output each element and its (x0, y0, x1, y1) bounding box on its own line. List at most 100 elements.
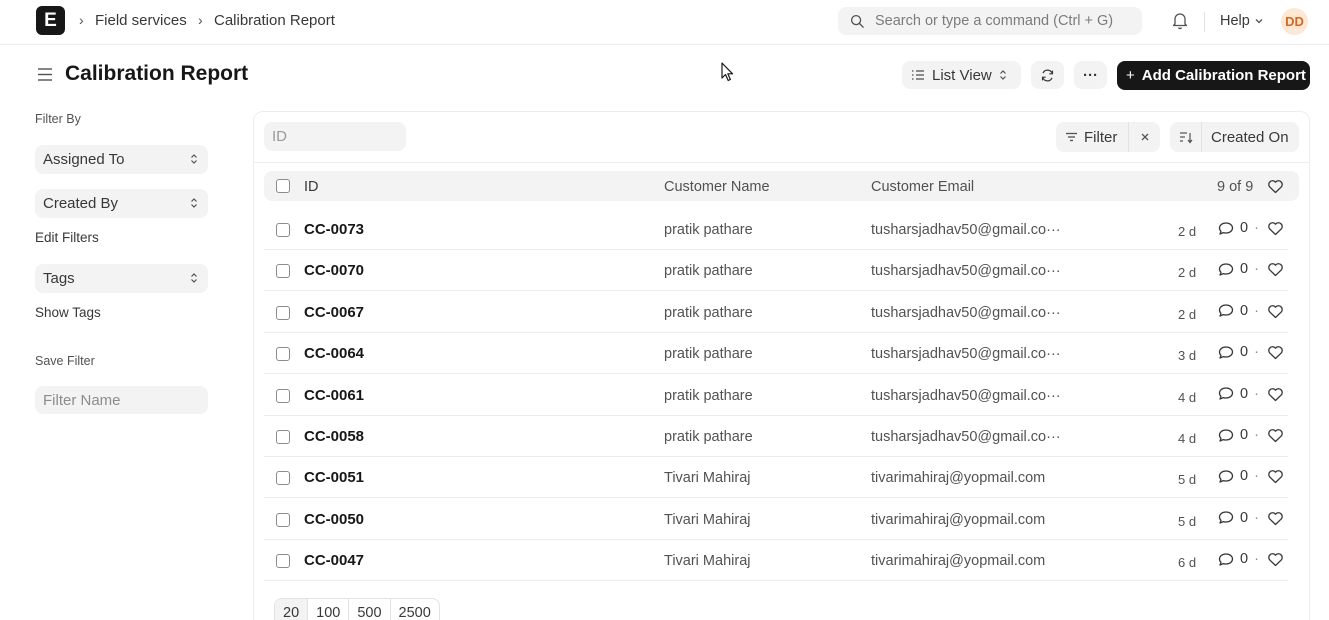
avatar[interactable]: DD (1281, 8, 1308, 35)
app-logo[interactable]: E (36, 6, 65, 35)
table-row[interactable]: CC-0050 Tivari Mahiraj tivarimahiraj@yopma… (264, 499, 1288, 540)
row-comments[interactable]: 0 · (1218, 261, 1259, 277)
heart-icon (1268, 387, 1283, 401)
row-customer-name: Tivari Mahiraj (664, 511, 751, 528)
table-row[interactable]: CC-0061 pratik pathare tusharsjadhav50@gma… (264, 375, 1288, 416)
select-caret-icon (191, 273, 197, 283)
search-icon (850, 14, 864, 28)
column-header-customer-email[interactable]: Customer Email (871, 179, 974, 195)
heart-icon[interactable] (1267, 179, 1284, 194)
table-row[interactable]: CC-0073 pratik pathare tusharsjadhav50@gma… (264, 209, 1288, 250)
filter-button[interactable]: Filter (1056, 122, 1128, 152)
created-by-select[interactable]: Created By (35, 189, 208, 218)
more-actions-button[interactable]: ··· (1074, 61, 1107, 89)
refresh-button[interactable] (1031, 61, 1064, 89)
row-comments[interactable]: 0 · (1218, 427, 1259, 443)
save-filter-label: Save Filter (35, 354, 95, 368)
row-id[interactable]: CC-0058 (304, 428, 364, 445)
sort-by-button[interactable]: Created On (1201, 122, 1299, 152)
row-id[interactable]: CC-0061 (304, 387, 364, 404)
separator-dot: · (1254, 261, 1259, 278)
row-checkbox[interactable] (276, 264, 290, 279)
row-comments[interactable]: 0 · (1218, 551, 1259, 567)
record-count: 9 of 9 (1217, 179, 1254, 195)
row-like-button[interactable] (1267, 221, 1284, 239)
row-like-button[interactable] (1267, 387, 1284, 405)
page-size-2500[interactable]: 2500 (389, 599, 439, 620)
column-header-customer-name[interactable]: Customer Name (664, 179, 770, 195)
row-customer-email: tusharsjadhav50@gmail.co··· (871, 263, 1061, 280)
row-checkbox[interactable] (276, 512, 290, 527)
list-view-select[interactable]: List View (902, 61, 1021, 89)
row-comments[interactable]: 0 · (1218, 386, 1259, 402)
separator-dot: · (1254, 344, 1259, 361)
row-like-button[interactable] (1267, 511, 1284, 529)
row-comments[interactable]: 0 · (1218, 303, 1259, 319)
sort-order-button[interactable] (1170, 122, 1201, 152)
add-calibration-report-button[interactable]: + Add Calibration Report (1117, 61, 1310, 90)
table-row[interactable]: CC-0047 Tivari Mahiraj tivarimahiraj@yopma… (264, 540, 1288, 582)
row-like-button[interactable] (1267, 428, 1284, 446)
row-like-button[interactable] (1267, 345, 1284, 363)
notification-bell-icon[interactable] (1171, 11, 1189, 30)
row-like-button[interactable] (1267, 262, 1284, 280)
row-checkbox[interactable] (276, 388, 290, 403)
select-all-checkbox[interactable] (276, 179, 290, 193)
row-id[interactable]: CC-0064 (304, 345, 364, 362)
plus-icon: + (1126, 67, 1135, 84)
row-comments[interactable]: 0 · (1218, 220, 1259, 236)
row-comments[interactable]: 0 · (1218, 510, 1259, 526)
show-tags-link[interactable]: Show Tags (35, 305, 101, 320)
row-checkbox[interactable] (276, 554, 290, 569)
table-row[interactable]: CC-0070 pratik pathare tusharsjadhav50@gma… (264, 250, 1288, 292)
help-dropdown[interactable]: Help (1220, 13, 1264, 29)
page-size-20[interactable]: 20 (275, 599, 308, 620)
table-row[interactable]: CC-0064 pratik pathare tusharsjadhav50@gma… (264, 333, 1288, 375)
comment-count: 0 (1240, 261, 1249, 278)
row-id[interactable]: CC-0073 (304, 221, 364, 238)
row-id[interactable]: CC-0067 (304, 304, 364, 321)
comment-icon (1218, 221, 1234, 235)
filter-name-input[interactable] (35, 386, 208, 414)
row-checkbox[interactable] (276, 347, 290, 362)
page-size-100[interactable]: 100 (307, 599, 348, 620)
row-id[interactable]: CC-0050 (304, 511, 364, 528)
row-id[interactable]: CC-0051 (304, 469, 364, 486)
search-bar[interactable] (838, 7, 1142, 35)
id-filter-input[interactable] (264, 122, 406, 151)
tags-select[interactable]: Tags (35, 264, 208, 293)
assigned-to-select[interactable]: Assigned To (35, 145, 208, 174)
row-id[interactable]: CC-0047 (304, 552, 364, 569)
filter-by-label: Filter By (35, 112, 81, 126)
column-header-id[interactable]: ID (304, 179, 319, 195)
row-like-button[interactable] (1267, 552, 1284, 570)
tags-label: Tags (43, 270, 75, 287)
table-row[interactable]: CC-0067 pratik pathare tusharsjadhav50@gma… (264, 292, 1288, 333)
search-input[interactable] (875, 13, 1135, 29)
table-row[interactable]: CC-0051 Tivari Mahiraj tivarimahiraj@yopma… (264, 457, 1288, 499)
breadcrumb-field-services[interactable]: Field services (95, 12, 187, 29)
filter-icon (1066, 132, 1077, 142)
row-id[interactable]: CC-0070 (304, 262, 364, 279)
clear-filter-button[interactable] (1128, 122, 1160, 152)
row-customer-name: Tivari Mahiraj (664, 470, 751, 487)
separator-dot: · (1254, 551, 1259, 568)
select-caret-icon (999, 70, 1006, 80)
separator-dot: · (1254, 302, 1259, 319)
row-checkbox[interactable] (276, 471, 290, 486)
sidebar-toggle-icon[interactable] (37, 66, 53, 82)
row-checkbox[interactable] (276, 305, 290, 320)
row-checkbox[interactable] (276, 430, 290, 444)
edit-filters-link[interactable]: Edit Filters (35, 230, 99, 245)
row-comments[interactable]: 0 · (1218, 344, 1259, 360)
row-checkbox[interactable] (276, 223, 290, 237)
row-like-button[interactable] (1267, 304, 1284, 322)
page-size-500[interactable]: 500 (348, 599, 389, 620)
row-comments[interactable]: 0 · (1218, 468, 1259, 484)
breadcrumb-calibration-report[interactable]: Calibration Report (214, 12, 335, 29)
row-like-button[interactable] (1267, 469, 1284, 487)
comment-count: 0 (1240, 220, 1249, 236)
comment-icon (1218, 511, 1234, 524)
row-customer-email: tusharsjadhav50@gmail.co··· (871, 222, 1061, 238)
table-row[interactable]: CC-0058 pratik pathare tusharsjadhav50@gma… (264, 416, 1288, 457)
